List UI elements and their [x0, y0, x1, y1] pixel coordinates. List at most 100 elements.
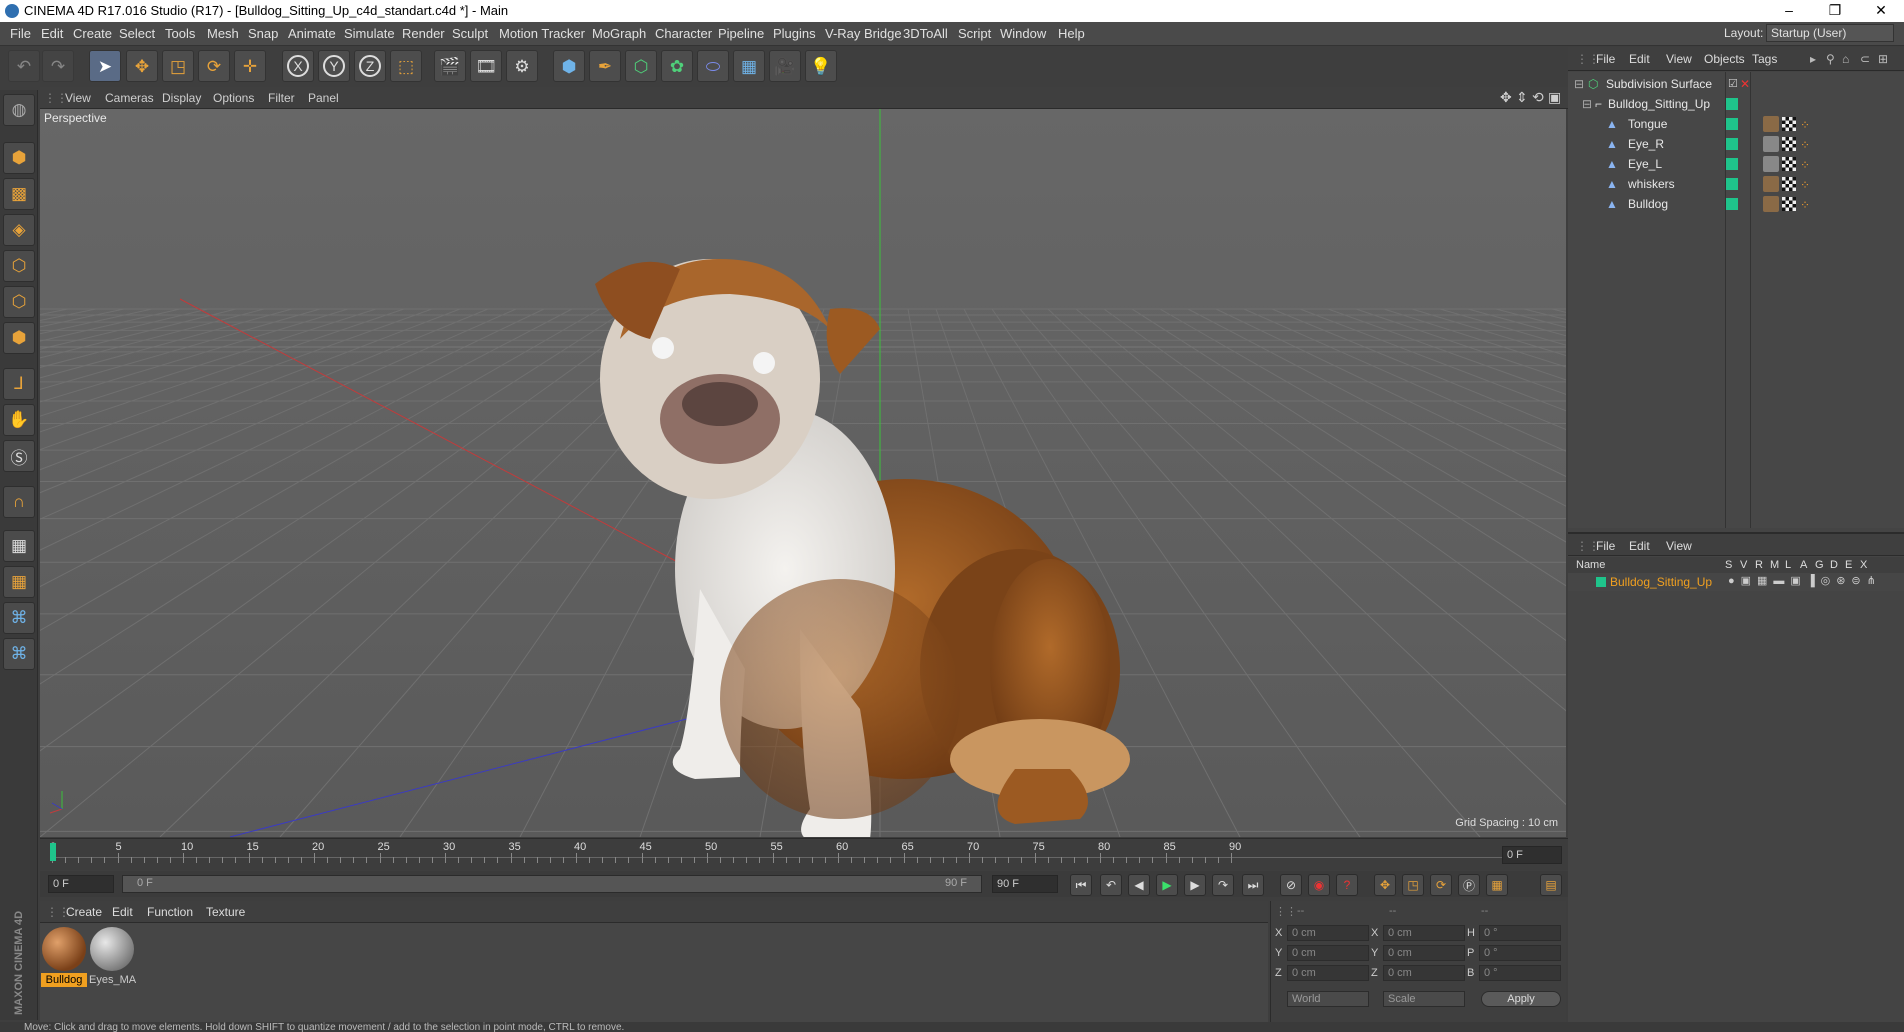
layer-menu-file[interactable]: File [1596, 539, 1615, 553]
menu-select[interactable]: Select [119, 26, 155, 41]
python-script-icon[interactable]: ⌘ [3, 638, 35, 670]
menu-file[interactable]: File [10, 26, 31, 41]
uvw-tag-icon[interactable] [1782, 197, 1796, 211]
mat-menu-function[interactable]: Function [147, 905, 193, 919]
collapse-icon[interactable]: ⊟ [1574, 77, 1584, 91]
menu-edit[interactable]: Edit [41, 26, 63, 41]
layer-menu-edit[interactable]: Edit [1629, 539, 1650, 553]
layer-color-swatch[interactable] [1726, 198, 1738, 210]
object-row[interactable]: ⊟ ⌐ Bulldog_Sitting_Up [1568, 94, 1904, 114]
redo-icon[interactable]: ↷ [42, 50, 74, 82]
goto-end-icon[interactable]: ⏭ [1242, 874, 1264, 896]
layer-color-swatch[interactable] [1726, 118, 1738, 130]
size-x-field[interactable]: 0 cm [1383, 925, 1465, 941]
object-row[interactable]: ▲ whiskers ⁘ [1568, 174, 1904, 194]
magnet-icon[interactable]: ∩ [3, 486, 35, 518]
material-tag-icon[interactable] [1763, 116, 1779, 132]
key-parameter-icon[interactable]: Ⓟ [1458, 874, 1480, 896]
keyframe-selection-icon[interactable]: ? [1336, 874, 1358, 896]
obj-menu-edit[interactable]: Edit [1629, 52, 1650, 66]
menu-simulate[interactable]: Simulate [344, 26, 395, 41]
object-row[interactable]: ▲ Bulldog ⁘ [1568, 194, 1904, 214]
collapse-icon[interactable]: ⊟ [1582, 97, 1592, 111]
position-x-field[interactable]: 0 cm [1287, 925, 1369, 941]
uvw-tag-icon[interactable] [1782, 137, 1796, 151]
floor-icon[interactable]: ▦ [733, 50, 765, 82]
menu-mograph[interactable]: MoGraph [592, 26, 646, 41]
minimize-icon[interactable]: – [1766, 0, 1812, 22]
size-z-field[interactable]: 0 cm [1383, 965, 1465, 981]
goto-start-icon[interactable]: ⏮ [1070, 874, 1092, 896]
world-dropdown[interactable]: World [1287, 991, 1369, 1007]
viewport-menu-display[interactable]: Display [162, 91, 201, 105]
deformer-icon[interactable]: ⬭ [697, 50, 729, 82]
timeline-ruler[interactable]: 051015202530354045505560657075808590 0 F [40, 838, 1568, 870]
light-icon[interactable]: 💡 [805, 50, 837, 82]
python-icon[interactable]: ⌘ [3, 602, 35, 634]
previous-frame-icon[interactable]: ◀ [1128, 874, 1150, 896]
last-tool-icon[interactable]: ✛ [234, 50, 266, 82]
menu-help[interactable]: Help [1058, 26, 1085, 41]
next-frame-icon[interactable]: ▶ [1184, 874, 1206, 896]
rotate-icon[interactable]: ⟳ [198, 50, 230, 82]
rotation-h-field[interactable]: 0 ° [1479, 925, 1561, 941]
obj-menu-view[interactable]: View [1666, 52, 1692, 66]
snap-icon[interactable]: Ⓢ [3, 440, 35, 472]
material-tag-icon[interactable] [1763, 196, 1779, 212]
viewport-menu-view[interactable]: View [65, 91, 91, 105]
viewport-menu-panel[interactable]: Panel [308, 91, 339, 105]
obj-menu-objects[interactable]: Objects [1704, 52, 1745, 66]
selection-tag-icon[interactable]: ⁘ [1800, 178, 1810, 192]
object-row[interactable]: ⊟ ⬡ Subdivision Surface ☑ ✕ [1568, 74, 1904, 94]
selection-tag-icon[interactable]: ⁘ [1800, 138, 1810, 152]
menu-pipeline[interactable]: Pipeline [718, 26, 764, 41]
menu-create[interactable]: Create [73, 26, 112, 41]
viewport-menu-cameras[interactable]: Cameras [105, 91, 154, 105]
end-frame-field[interactable]: 90 F [992, 875, 1058, 893]
z-axis-icon[interactable]: Z [354, 50, 386, 82]
selection-tag-icon[interactable]: ⁘ [1800, 118, 1810, 132]
filter-icon[interactable]: ⊂ [1860, 52, 1870, 66]
obj-menu-tags[interactable]: Tags [1752, 52, 1777, 66]
play-icon[interactable]: ▶ [1156, 874, 1178, 896]
restore-icon[interactable]: ❐ [1812, 0, 1858, 22]
object-row[interactable]: ▲ Eye_L ⁘ [1568, 154, 1904, 174]
menu-window[interactable]: Window [1000, 26, 1046, 41]
select-arrow-icon[interactable]: ➤ [89, 50, 121, 82]
timeline-layout-icon[interactable]: ▤ [1540, 874, 1562, 896]
pen-spline-icon[interactable]: ✒ [589, 50, 621, 82]
menu-3dtoall[interactable]: 3DToAll [903, 26, 948, 41]
edit-render-settings-icon[interactable]: ⚙ [506, 50, 538, 82]
record-keys-icon[interactable]: ⊘ [1280, 874, 1302, 896]
autokey-icon[interactable]: ◉ [1308, 874, 1330, 896]
mat-menu-edit[interactable]: Edit [112, 905, 133, 919]
layer-color-swatch[interactable] [1726, 158, 1738, 170]
scale-dropdown[interactable]: Scale [1383, 991, 1465, 1007]
key-scale-icon[interactable]: ◳ [1402, 874, 1424, 896]
layer-color-swatch[interactable] [1596, 577, 1606, 587]
menu-animate[interactable]: Animate [288, 26, 336, 41]
scale-icon[interactable]: ◳ [162, 50, 194, 82]
current-frame-field[interactable]: 0 F [1502, 846, 1562, 864]
move-icon[interactable]: ✥ [126, 50, 158, 82]
menu-tools[interactable]: Tools [165, 26, 195, 41]
uvw-tag-icon[interactable] [1782, 157, 1796, 171]
position-z-field[interactable]: 0 cm [1287, 965, 1369, 981]
coordinate-system-icon[interactable]: ⬚ [390, 50, 422, 82]
menu-render[interactable]: Render [402, 26, 445, 41]
undo-icon[interactable]: ↶ [8, 50, 40, 82]
mat-menu-texture[interactable]: Texture [206, 905, 245, 919]
key-rotation-icon[interactable]: ⟳ [1430, 874, 1452, 896]
material-tag-icon[interactable] [1763, 176, 1779, 192]
tweak-mode-icon[interactable]: ✋ [3, 404, 35, 436]
perspective-viewport[interactable]: Perspective Grid Spacing : 10 cm [40, 109, 1566, 837]
points-mode-icon[interactable]: ⬡ [3, 250, 35, 282]
frame-range-slider[interactable]: 0 F 90 F [122, 875, 982, 893]
render-picture-viewer-icon[interactable]: 🎞 [470, 50, 502, 82]
rotation-b-field[interactable]: 0 ° [1479, 965, 1561, 981]
layer-color-swatch[interactable] [1726, 98, 1738, 110]
layout-dropdown[interactable]: Startup (User) [1766, 24, 1894, 42]
previous-key-icon[interactable]: ↶ [1100, 874, 1122, 896]
close-icon[interactable]: ✕ [1858, 0, 1904, 22]
menu-sculpt[interactable]: Sculpt [452, 26, 488, 41]
